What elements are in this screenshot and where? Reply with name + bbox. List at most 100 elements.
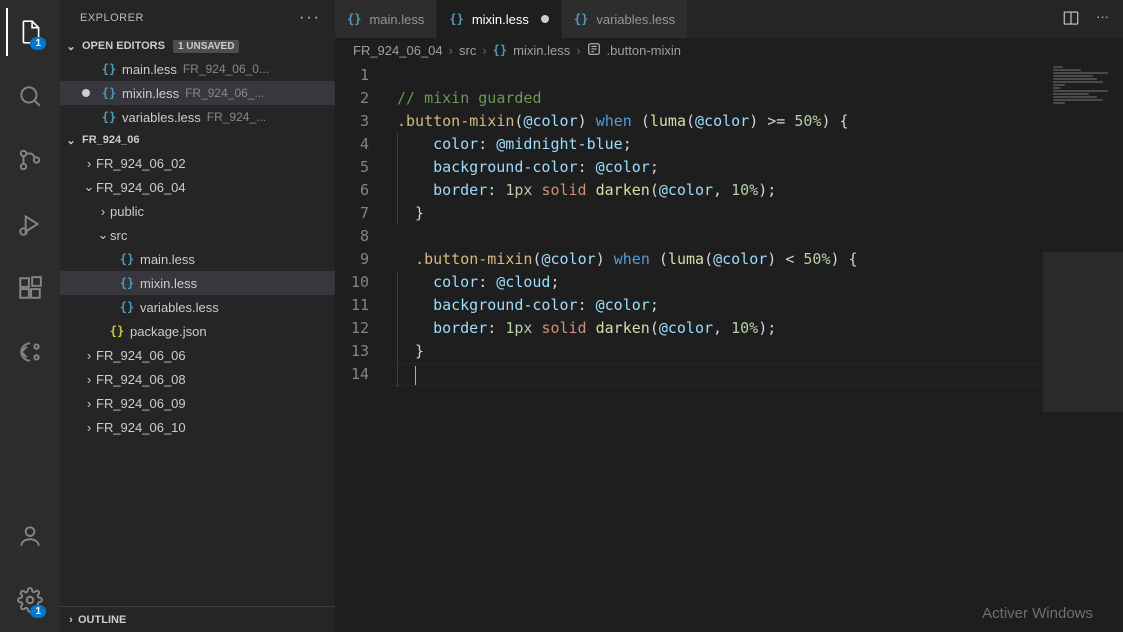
file-item[interactable]: {} mixin.less bbox=[60, 271, 335, 295]
code-token: @color bbox=[695, 112, 749, 130]
folder-item[interactable]: ⌄ src bbox=[60, 223, 335, 247]
sidebar: EXPLORER ··· ⌄ OPEN EDITORS 1 UNSAVED {}… bbox=[60, 0, 335, 632]
file-label: package.json bbox=[130, 324, 207, 339]
code-token: @color bbox=[542, 250, 596, 268]
folder-item[interactable]: › FR_924_06_09 bbox=[60, 391, 335, 415]
folder-item[interactable]: › FR_924_06_08 bbox=[60, 367, 335, 391]
minimap[interactable] bbox=[1043, 62, 1123, 632]
code-token: .button-mixin bbox=[397, 112, 514, 130]
open-editor-item[interactable]: {} main.less FR_924_06_0... bbox=[60, 57, 335, 81]
code-token: @color bbox=[659, 181, 713, 199]
breadcrumb-part[interactable]: .button-mixin bbox=[607, 43, 681, 58]
code-token: @color bbox=[713, 250, 767, 268]
file-label: variables.less bbox=[140, 300, 219, 315]
chevron-down-icon: ⌄ bbox=[82, 179, 96, 195]
breadcrumb[interactable]: FR_924_06_04 › src › {} mixin.less › .bu… bbox=[335, 38, 1123, 62]
settings-icon[interactable]: 1 bbox=[6, 576, 54, 624]
code-token: @midnight-blue bbox=[496, 135, 622, 153]
chevron-down-icon: ⌄ bbox=[64, 40, 78, 53]
tab-variables[interactable]: {} variables.less bbox=[562, 0, 688, 38]
less-file-icon: {} bbox=[574, 12, 588, 26]
code-token: 50% bbox=[794, 112, 821, 130]
code-token: 1px bbox=[505, 319, 532, 337]
folder-label: FR_924_06_06 bbox=[96, 348, 186, 363]
outline-header[interactable]: › OUTLINE bbox=[60, 606, 335, 632]
folder-label: FR_924_06_10 bbox=[96, 420, 186, 435]
tab-main[interactable]: {} main.less bbox=[335, 0, 437, 38]
code-token: border bbox=[433, 181, 487, 199]
open-editors-label: OPEN EDITORS bbox=[82, 40, 165, 52]
code-editor[interactable]: 1234567 891011121314 // mixin guarded .b… bbox=[335, 62, 1123, 632]
breadcrumb-part[interactable]: FR_924_06_04 bbox=[353, 43, 443, 58]
folder-label: FR_924_06_08 bbox=[96, 372, 186, 387]
open-editors-header[interactable]: ⌄ OPEN EDITORS 1 UNSAVED bbox=[60, 35, 335, 57]
file-label: main.less bbox=[140, 252, 195, 267]
account-icon[interactable] bbox=[6, 512, 54, 560]
minimap-slider[interactable] bbox=[1043, 252, 1123, 412]
activity-bar: 1 1 bbox=[0, 0, 60, 632]
file-label: mixin.less bbox=[140, 276, 197, 291]
less-file-icon: {} bbox=[449, 12, 463, 26]
tab-mixin[interactable]: {} mixin.less bbox=[437, 0, 562, 38]
code-token: background-color bbox=[433, 296, 578, 314]
explorer-icon[interactable]: 1 bbox=[6, 8, 54, 56]
sidebar-more-icon[interactable]: ··· bbox=[299, 9, 321, 27]
file-item[interactable]: {} package.json bbox=[60, 319, 335, 343]
code-token: // mixin guarded bbox=[397, 89, 542, 107]
chevron-right-icon: › bbox=[576, 43, 580, 58]
code-token: @color bbox=[523, 112, 577, 130]
source-control-icon[interactable] bbox=[6, 136, 54, 184]
search-icon[interactable] bbox=[6, 72, 54, 120]
less-file-icon: {} bbox=[118, 300, 136, 314]
workspace-name: FR_924_06 bbox=[82, 134, 140, 146]
settings-badge: 1 bbox=[30, 605, 46, 618]
code-token: background-color bbox=[433, 158, 578, 176]
modified-dot-icon bbox=[82, 89, 90, 97]
open-editor-item[interactable]: {} mixin.less FR_924_06_... bbox=[60, 81, 335, 105]
code-token: when bbox=[596, 112, 632, 130]
text-cursor bbox=[415, 366, 416, 385]
editor-more-icon[interactable]: ··· bbox=[1096, 9, 1109, 30]
open-editor-desc: FR_924_06_0... bbox=[183, 62, 269, 76]
split-editor-icon[interactable] bbox=[1062, 9, 1080, 30]
json-file-icon: {} bbox=[108, 324, 126, 338]
file-item[interactable]: {} variables.less bbox=[60, 295, 335, 319]
chevron-right-icon: › bbox=[82, 156, 96, 171]
less-file-icon: {} bbox=[118, 252, 136, 266]
less-file-icon: {} bbox=[100, 86, 118, 100]
file-item[interactable]: {} main.less bbox=[60, 247, 335, 271]
dirty-dot-icon bbox=[541, 15, 549, 23]
code-token: @color bbox=[596, 158, 650, 176]
symbol-icon bbox=[587, 42, 601, 59]
minimap-content bbox=[1053, 66, 1113, 105]
folder-item[interactable]: › FR_924_06_10 bbox=[60, 415, 335, 439]
open-editor-label: main.less bbox=[122, 62, 177, 77]
breadcrumb-part[interactable]: mixin.less bbox=[513, 43, 570, 58]
outline-label: OUTLINE bbox=[78, 614, 126, 626]
folder-item[interactable]: › public bbox=[60, 199, 335, 223]
code-content[interactable]: // mixin guarded .button-mixin(@color) w… bbox=[387, 62, 1123, 632]
code-token: @color bbox=[596, 296, 650, 314]
open-editor-label: mixin.less bbox=[122, 86, 179, 101]
workspace-header[interactable]: ⌄ FR_924_06 bbox=[60, 129, 335, 151]
code-token: >= bbox=[767, 112, 785, 130]
code-token: color bbox=[433, 273, 478, 291]
extensions-icon[interactable] bbox=[6, 264, 54, 312]
tab-label: variables.less bbox=[596, 12, 675, 27]
folder-item[interactable]: › FR_924_06_02 bbox=[60, 151, 335, 175]
chevron-right-icon: › bbox=[82, 372, 96, 387]
live-share-icon[interactable] bbox=[6, 328, 54, 376]
tab-label: mixin.less bbox=[472, 12, 529, 27]
open-editor-item[interactable]: {} variables.less FR_924_... bbox=[60, 105, 335, 129]
run-debug-icon[interactable] bbox=[6, 200, 54, 248]
folder-label: FR_924_06_09 bbox=[96, 396, 186, 411]
chevron-right-icon: › bbox=[82, 396, 96, 411]
folder-item[interactable]: ⌄ FR_924_06_04 bbox=[60, 175, 335, 199]
code-token: 10% bbox=[731, 181, 758, 199]
tab-label: main.less bbox=[369, 12, 424, 27]
code-token: solid bbox=[541, 181, 586, 199]
folder-item[interactable]: › FR_924_06_06 bbox=[60, 343, 335, 367]
explorer-badge: 1 bbox=[30, 37, 46, 50]
breadcrumb-part[interactable]: src bbox=[459, 43, 476, 58]
less-file-icon: {} bbox=[100, 110, 118, 124]
